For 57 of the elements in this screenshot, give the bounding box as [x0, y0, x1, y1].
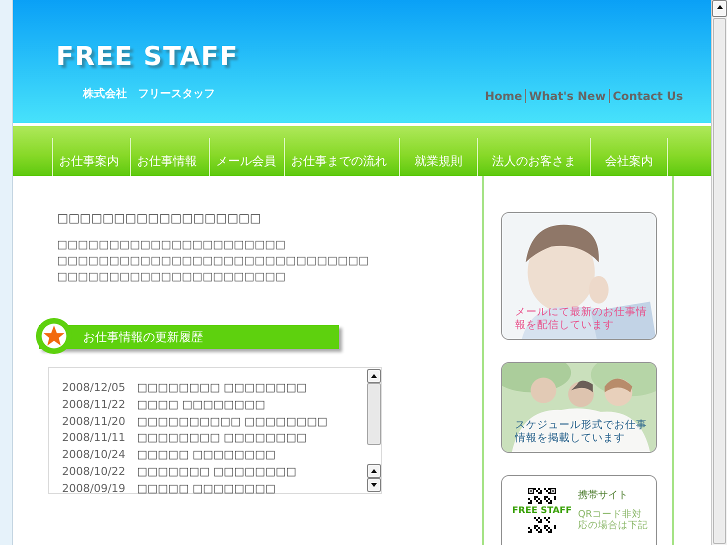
- qr-label: FREE STAFF: [512, 506, 572, 517]
- news-date: 2008/09/19: [62, 480, 124, 497]
- news-title: □□□□□□□ □□□□□□□□: [137, 464, 296, 480]
- section-title: お仕事情報の更新履歴: [83, 328, 203, 346]
- news-date: 2008/12/05: [62, 380, 124, 396]
- nav-item[interactable]: お仕事案内: [52, 138, 130, 176]
- down-arrow-icon: [370, 481, 378, 489]
- news-title: □□□□□ □□□□□□□□: [137, 480, 276, 497]
- scrollbar[interactable]: [367, 368, 381, 493]
- news-title: □□□□□□□□ □□□□□□□□: [137, 430, 307, 446]
- news-date: 2008/10/22: [62, 464, 124, 480]
- banner-caption: スケジュール形式でお仕事情報を掲載しています: [515, 419, 648, 445]
- up-arrow-icon: [370, 372, 378, 380]
- top-link[interactable]: Contact Us: [608, 88, 686, 103]
- news-date: 2008/11/20: [62, 414, 124, 430]
- intro-text: □□□□□□□□□□□□□□□□□□□□□□: [57, 269, 287, 285]
- news-item[interactable]: 2008/11/11 □□□□□□□□ □□□□□□□□: [62, 430, 367, 448]
- scroll-up-button[interactable]: [712, 0, 727, 17]
- news-date: 2008/10/24: [62, 447, 124, 464]
- nav-item[interactable]: お仕事情報: [130, 138, 209, 176]
- top-link[interactable]: What's New: [525, 88, 609, 103]
- company-name: 株式会社 フリースタッフ: [83, 86, 216, 101]
- top-link[interactable]: Home: [482, 88, 526, 103]
- intro-text: □□□□□□□□□□□□□□□□□□□□□□□□□□□□□□: [57, 253, 370, 269]
- scroll-up-button[interactable]: [367, 464, 381, 478]
- mobile-site-title: 携帯サイト: [578, 488, 629, 502]
- mobile-site-text: 応の場合は下記: [578, 520, 648, 531]
- intro-heading: □□□□□□□□□□□□□□□□□□: [57, 211, 262, 225]
- mobile-site-text: QRコード非対: [578, 509, 644, 520]
- intro-text: □□□□□□□□□□□□□□□□□□□□□□: [57, 237, 287, 253]
- news-title: □□□□□□□□□□ □□□□□□□□: [137, 414, 328, 430]
- banner-caption: メールにて最新のお仕事情報を配信しています: [515, 306, 648, 332]
- news-item[interactable]: 2008/10/24 □□□□□ □□□□□□□□: [62, 447, 367, 464]
- mobile-site-card[interactable]: FREE STAFF 携帯サイト QRコード非対 応の場合は下記: [501, 475, 657, 545]
- news-title: □□□□ □□□□□□□□: [137, 396, 266, 413]
- news-title: □□□□□ □□□□□□□□: [137, 447, 276, 464]
- news-item[interactable]: 2008/11/20 □□□□□□□□□□ □□□□□□□□: [62, 414, 367, 430]
- nav-item[interactable]: お仕事までの流れ: [284, 138, 399, 176]
- nav-item[interactable]: メール会員: [209, 138, 284, 176]
- news-item[interactable]: 2008/10/22 □□□□□□□ □□□□□□□□: [62, 464, 367, 481]
- page-scrollbar[interactable]: [711, 0, 727, 545]
- news-title: □□□□□□□□ □□□□□□□□: [137, 380, 307, 396]
- up-arrow-icon: [716, 3, 724, 11]
- logo-text: FREE STAFF: [56, 42, 238, 72]
- up-arrow-icon: [370, 467, 378, 475]
- news-date: 2008/11/22: [62, 396, 124, 413]
- news-item[interactable]: 2008/12/05 □□□□□□□□ □□□□□□□□: [62, 380, 367, 397]
- news-item[interactable]: 2008/09/19 □□□□□ □□□□□□□□: [62, 480, 367, 498]
- banner-card[interactable]: メールにて最新のお仕事情報を配信しています: [501, 212, 657, 340]
- nav-item[interactable]: 就業規則: [399, 138, 477, 176]
- news-date: 2008/11/11: [62, 430, 124, 446]
- banner-card[interactable]: スケジュール形式でお仕事情報を掲載しています: [501, 362, 657, 453]
- nav-item[interactable]: 法人のお客さま: [477, 138, 590, 176]
- news-item[interactable]: 2008/11/22 □□□□ □□□□□□□□: [62, 396, 367, 414]
- scroll-down-button[interactable]: [367, 478, 381, 492]
- scroll-up-button[interactable]: [367, 369, 381, 383]
- nav-item[interactable]: 会社案内: [590, 138, 668, 176]
